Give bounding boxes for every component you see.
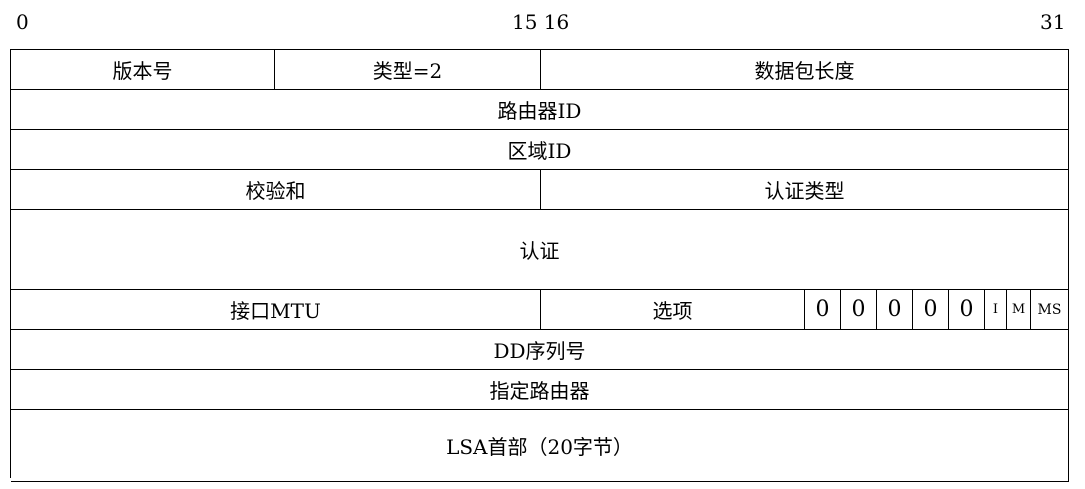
field-router-id: 路由器ID	[11, 90, 1069, 130]
bit-label-start: 0	[16, 10, 29, 34]
flag-bit-0d: 0	[913, 290, 949, 330]
field-dd-sequence-number: DD序列号	[11, 330, 1069, 370]
row-mtu-options: 接口MTU 选项 0 0 0 0 0 I M MS	[11, 290, 1069, 330]
row-router-id: 路由器ID	[11, 90, 1069, 130]
field-checksum: 校验和	[11, 170, 541, 210]
field-options: 选项	[541, 290, 805, 330]
row-dd-sequence: DD序列号	[11, 330, 1069, 370]
row-authentication: 认证	[11, 210, 1069, 290]
field-designated-router: 指定路由器	[11, 370, 1069, 410]
flag-bit-0b: 0	[841, 290, 877, 330]
row-designated-router: 指定路由器	[11, 370, 1069, 410]
flag-bit-0a: 0	[805, 290, 841, 330]
flag-bit-ms: MS	[1031, 290, 1069, 330]
row-area-id: 区域ID	[11, 130, 1069, 170]
ospf-dd-packet-diagram: 版本号 类型=2 数据包长度 路由器ID 区域ID 校验和 认证类型 认证 接口…	[10, 49, 1069, 482]
row-checksum: 校验和 认证类型	[11, 170, 1069, 210]
flag-bit-0c: 0	[877, 290, 913, 330]
bit-label-middle: 15 16	[512, 10, 570, 34]
field-version: 版本号	[11, 50, 275, 90]
row-lsa-header: LSA首部（20字节）	[11, 410, 1069, 482]
flag-bit-i: I	[985, 290, 1007, 330]
field-auth-type: 认证类型	[541, 170, 1069, 210]
field-type: 类型=2	[275, 50, 541, 90]
flag-bit-m: M	[1007, 290, 1031, 330]
field-authentication: 认证	[11, 210, 1069, 290]
row-header: 版本号 类型=2 数据包长度	[11, 50, 1069, 90]
field-packet-length: 数据包长度	[541, 50, 1069, 90]
field-area-id: 区域ID	[11, 130, 1069, 170]
bit-label-end: 31	[1040, 10, 1066, 34]
flag-bit-0e: 0	[949, 290, 985, 330]
field-interface-mtu: 接口MTU	[11, 290, 541, 330]
field-lsa-header: LSA首部（20字节）	[11, 410, 1069, 482]
